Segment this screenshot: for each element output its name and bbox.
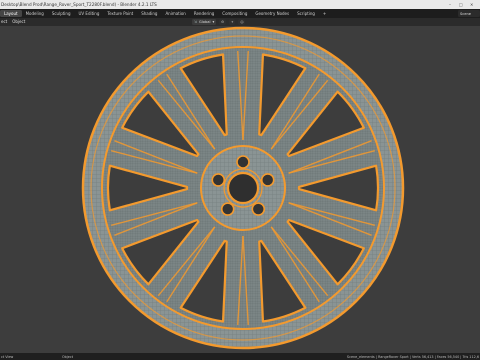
close-icon[interactable]: ✕ [470, 2, 473, 7]
lug-hole [211, 173, 226, 187]
status-mode: Object [62, 354, 74, 359]
tab-texture-paint[interactable]: Texture Paint [103, 10, 137, 17]
tab-uv-editing[interactable]: UV Editing [75, 10, 104, 17]
wheel-mesh[interactable] [0, 26, 480, 353]
center-bore [226, 171, 260, 205]
orientation-label: Global [199, 20, 211, 24]
tab-rendering[interactable]: Rendering [190, 10, 218, 17]
chevron-down-icon: ▾ [212, 20, 215, 24]
scene-selector[interactable]: Scene [458, 10, 480, 17]
transform-orientation[interactable]: ⇲ Global ▾ [192, 19, 217, 25]
proportional-icon: ◎ [240, 20, 244, 24]
tab-sculpting[interactable]: Sculpting [48, 10, 75, 17]
viewport-menu: ect Object [0, 19, 26, 24]
tab-animation[interactable]: Animation [161, 10, 189, 17]
window-title: Desktop\Blend Prod\Range_Rover_Sport_T22… [1, 2, 157, 7]
pivot-icon: ⊙ [221, 20, 225, 24]
lug-hole [220, 202, 235, 216]
minimize-icon[interactable]: – [449, 2, 451, 7]
status-bar: ct View Object Scene_elements | RangeRov… [0, 353, 480, 360]
workspace-tabs: Layout Modeling Sculpting UV Editing Texture… [0, 9, 330, 18]
viewport-header: ect Object ⇲ Global ▾ ⊙ ⌖ ◎ [0, 18, 480, 26]
lug-hole [236, 155, 250, 169]
window-titlebar: Desktop\Blend Prod\Range_Rover_Sport_T22… [0, 0, 480, 9]
menu-select[interactable]: ect [0, 19, 8, 24]
tab-geometry-nodes[interactable]: Geometry Nodes [251, 10, 293, 17]
status-left: ct View [1, 354, 14, 359]
snap-toggle[interactable]: ⌖ [229, 19, 236, 25]
lug-hole [260, 173, 275, 187]
tab-compositing[interactable]: Compositing [218, 10, 251, 17]
transform-tools: ⇲ Global ▾ ⊙ ⌖ ◎ [192, 19, 246, 25]
3d-viewport[interactable] [0, 26, 480, 353]
pivot-point[interactable]: ⊙ [219, 19, 227, 25]
lug-hole [251, 202, 266, 216]
status-stats: Scene_elements | RangeRover Sport | Vert… [346, 354, 479, 359]
proportional-edit[interactable]: ◎ [238, 19, 246, 25]
tab-add[interactable]: + [319, 10, 330, 17]
tab-scripting[interactable]: Scripting [293, 10, 319, 17]
tab-modeling[interactable]: Modeling [22, 10, 48, 17]
snap-icon: ⌖ [231, 20, 234, 24]
menu-object[interactable]: Object [11, 19, 26, 24]
tab-layout[interactable]: Layout [0, 10, 22, 17]
maximize-icon[interactable]: □ [459, 2, 463, 7]
scene-label: Scene [460, 11, 471, 16]
tab-shading[interactable]: Shading [137, 10, 161, 17]
topbar: Layout Modeling Sculpting UV Editing Texture… [0, 9, 480, 18]
orientation-icon: ⇲ [194, 20, 198, 24]
